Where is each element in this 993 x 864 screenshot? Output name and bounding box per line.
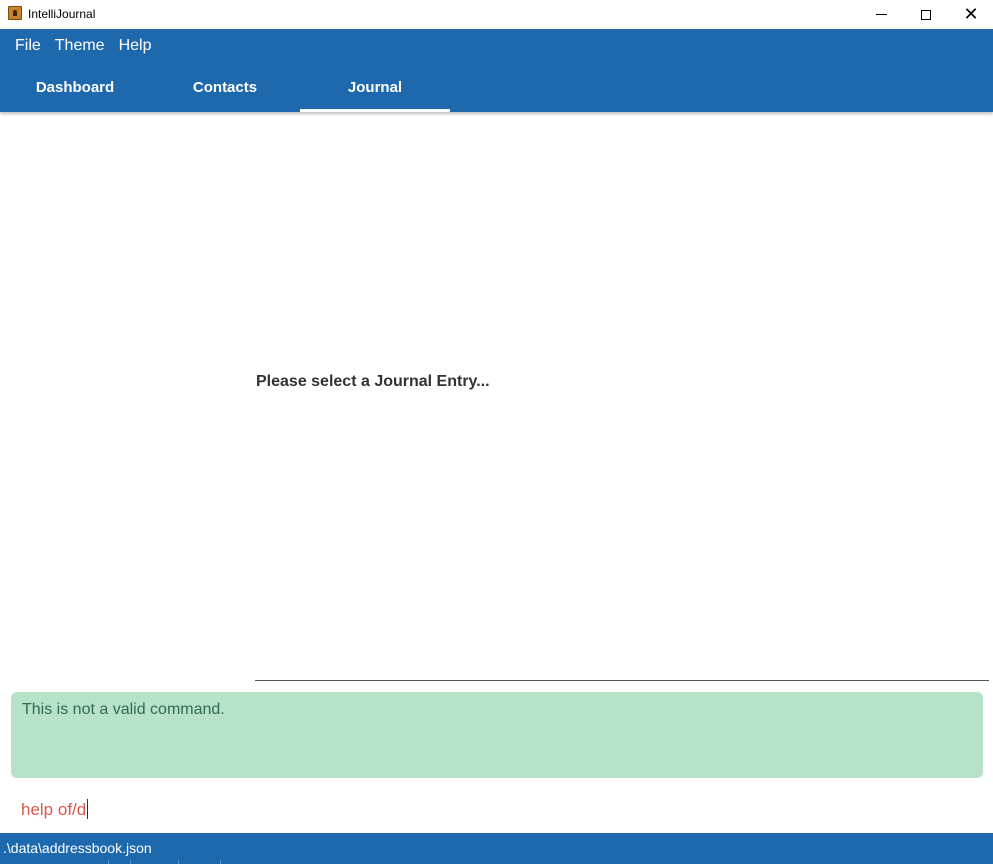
result-message: This is not a valid command. [22, 701, 225, 718]
minimize-icon [875, 14, 887, 15]
app-icon [8, 6, 22, 20]
menu-file[interactable]: File [0, 29, 48, 62]
close-icon: ✕ [963, 3, 979, 25]
command-input-value: help of/d [21, 800, 87, 819]
command-box[interactable]: help of/d [11, 792, 983, 826]
status-separator [130, 860, 131, 864]
window-titlebar: IntelliJournal ✕ [0, 0, 993, 29]
journal-entry-placeholder: Please select a Journal Entry... [256, 373, 490, 390]
status-separator [108, 860, 109, 864]
status-bar: .\data\addressbook.json [0, 833, 993, 864]
tab-contacts[interactable]: Contacts [150, 70, 300, 112]
text-caret [87, 799, 89, 819]
status-separator [178, 860, 179, 864]
tab-dashboard[interactable]: Dashboard [0, 70, 150, 112]
status-file-path: .\data\addressbook.json [3, 840, 152, 856]
app-header: File Theme Help Dashboard Contacts Journ… [0, 29, 993, 112]
tab-journal[interactable]: Journal [300, 70, 450, 112]
tab-bar: Dashboard Contacts Journal [0, 70, 450, 112]
result-display: This is not a valid command. [11, 692, 983, 778]
status-separator [220, 860, 221, 864]
maximize-button[interactable] [903, 0, 949, 29]
menu-help[interactable]: Help [112, 29, 159, 62]
minimize-button[interactable] [858, 0, 904, 29]
command-input[interactable]: help of/d [21, 799, 89, 820]
menu-theme[interactable]: Theme [48, 29, 112, 62]
window-title: IntelliJournal [28, 7, 96, 21]
menu-bar: File Theme Help [0, 29, 158, 62]
close-button[interactable]: ✕ [948, 0, 993, 29]
content-divider [255, 680, 989, 681]
maximize-icon [921, 9, 931, 20]
